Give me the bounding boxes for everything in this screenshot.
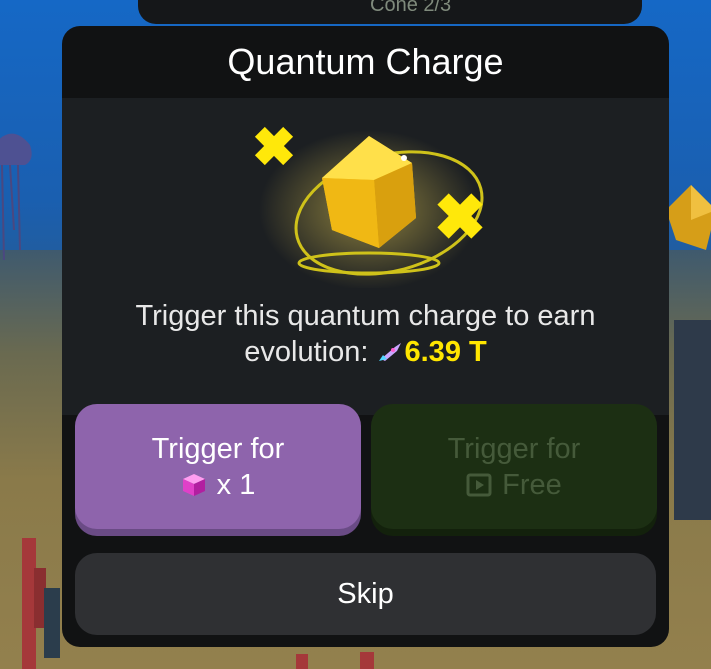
skip-button[interactable]: Skip (75, 553, 656, 635)
skip-label: Skip (337, 578, 394, 610)
description-prefix: evolution: (244, 336, 369, 368)
play-video-icon (466, 473, 492, 496)
background-rock (674, 320, 711, 520)
trigger-free-text: Free (502, 468, 562, 501)
trigger-free-label: Trigger for (447, 432, 581, 465)
trigger-free-row: Free (466, 467, 562, 503)
dialog-body: Trigger this quantum charge to earn evol… (62, 98, 669, 415)
top-strip-text: Cone 2/3 (370, 0, 452, 16)
golden-gem-icon (254, 126, 484, 288)
trigger-gem-label: Trigger for (151, 432, 285, 465)
rocket-icon (378, 343, 401, 361)
jellyfish-icon (0, 133, 32, 261)
dialog-description: Trigger this quantum charge to earn evol… (102, 298, 629, 370)
background-gem-icon (666, 185, 711, 250)
reward-value: 6.39 T (404, 336, 487, 368)
description-line1: Trigger this quantum charge to earn (135, 300, 596, 332)
dialog-title: Quantum Charge (227, 41, 504, 82)
trigger-gem-cost-text: x 1 (216, 468, 256, 501)
pink-cube-icon (182, 473, 205, 496)
trigger-gem-cost: x 1 (181, 467, 256, 503)
trigger-free-button[interactable]: Trigger for Free (371, 404, 657, 529)
quantum-charge-dialog: Quantum Charge Trigger this quantum char… (62, 26, 669, 647)
coral-tips-icon (296, 652, 374, 669)
trigger-gem-button[interactable]: Trigger for x 1 (75, 404, 361, 529)
